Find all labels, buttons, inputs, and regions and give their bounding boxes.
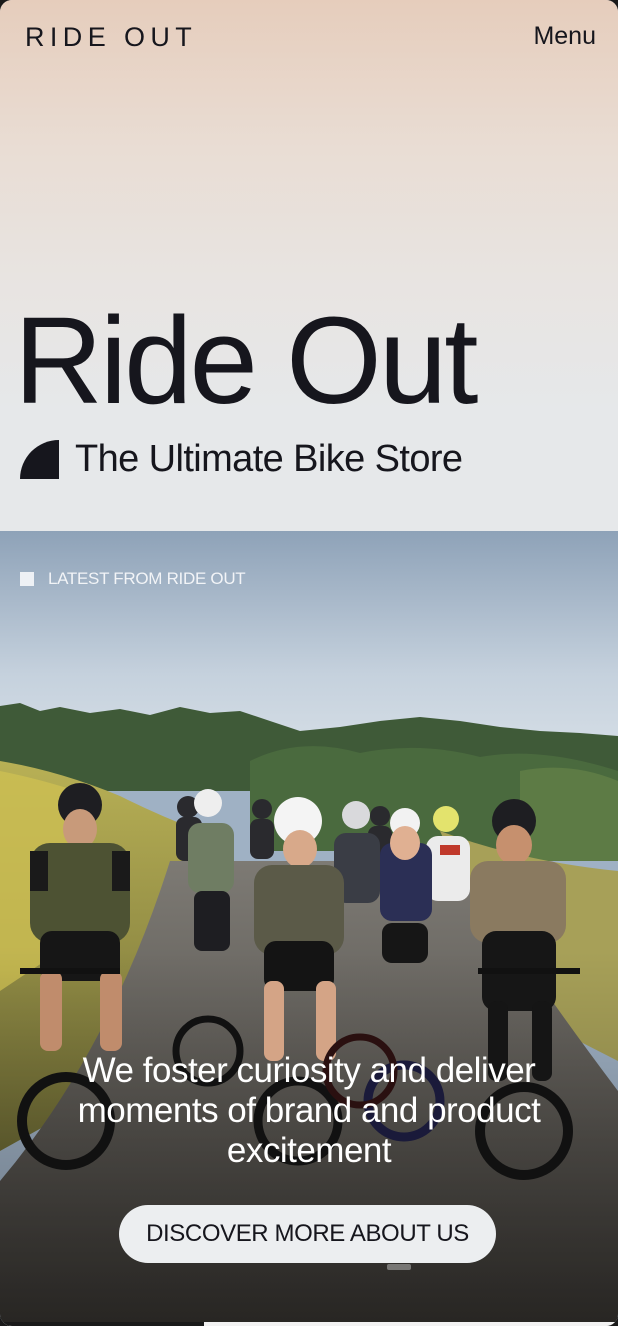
hero-subtitle: The Ultimate Bike Store [75,437,463,480]
hero-section: RIDE OUT Menu Ride Out The Ultimate Bike… [0,0,618,531]
scroll-indicator [387,1264,411,1270]
feature-section: LATEST FROM RIDE OUT We foster curiosity… [0,531,618,1322]
cyclists-photo [0,531,618,1322]
tagline: We foster curiosity and deliver moments … [77,1051,541,1170]
page: RIDE OUT Menu Ride Out The Ultimate Bike… [0,0,618,1326]
progress-bar-fill [0,1322,204,1326]
menu-button[interactable]: Menu [533,22,596,51]
logo[interactable]: RIDE OUT [25,22,197,53]
eyebrow-text: LATEST FROM RIDE OUT [48,569,246,588]
eyebrow-row[interactable]: LATEST FROM RIDE OUT [20,569,246,589]
progress-bar [0,1322,618,1326]
hero-subtitle-row: The Ultimate Bike Store [20,437,463,480]
discover-more-button[interactable]: DISCOVER MORE ABOUT US [119,1205,496,1263]
hero-title: Ride Out [14,293,478,430]
quarter-circle-icon [20,439,59,479]
square-bullet-icon [20,572,34,586]
